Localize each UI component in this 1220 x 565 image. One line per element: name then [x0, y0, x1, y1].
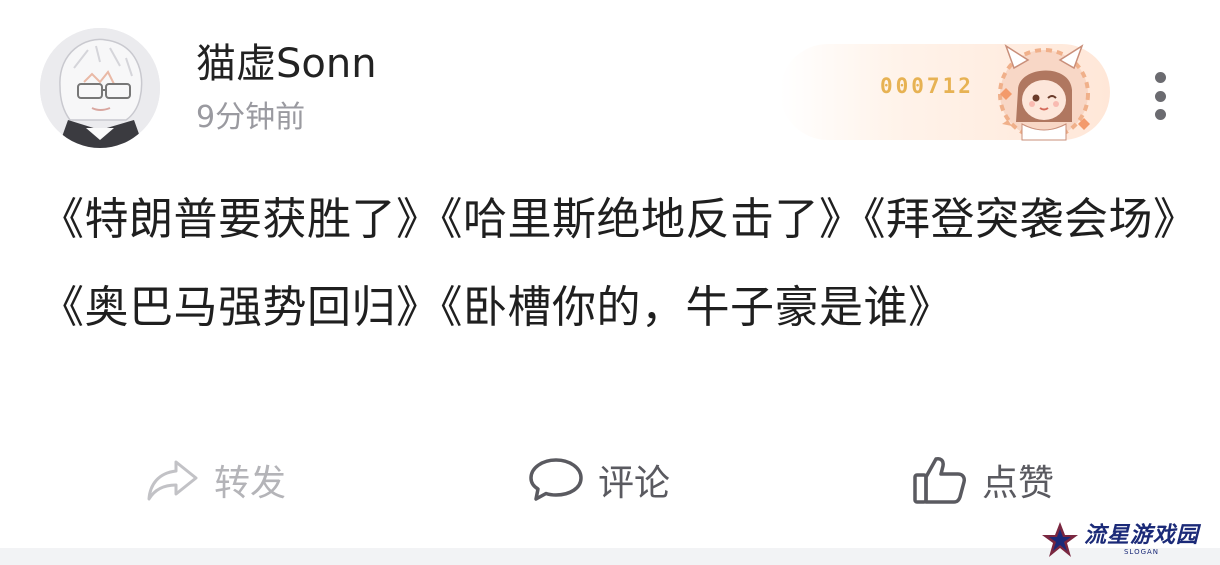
post-content: 《特朗普要获胜了》《哈里斯绝地反击了》《拜登突袭会场》《奥巴马强势回归》《卧槽你…: [40, 194, 1176, 333]
like-button[interactable]: 点赞: [912, 448, 1054, 512]
post-timestamp: 9分钟前: [196, 100, 306, 135]
post-card: 猫虚Sonn 9分钟前 000712 《特朗普要获胜了》《哈里斯绝地反击了》《拜…: [0, 0, 1220, 548]
watermark-slogan: SLOGAN: [1123, 547, 1160, 556]
comment-button[interactable]: 评论: [528, 448, 670, 512]
comment-bubble-icon: [529, 458, 583, 501]
star-logo-icon: [1042, 522, 1078, 557]
fan-badge[interactable]: 000712: [780, 44, 1110, 141]
share-label: 转发: [214, 463, 287, 504]
site-watermark: 流星游戏园 SLOGAN: [1040, 518, 1215, 562]
comment-label: 评论: [598, 463, 671, 504]
anime-avatar-icon: [40, 28, 160, 148]
anime-girl-badge-icon: [998, 44, 1090, 141]
share-button[interactable]: 转发: [146, 448, 286, 512]
section-divider: [0, 548, 1220, 565]
thumbs-up-icon: [913, 457, 966, 504]
fan-badge-number: 000712: [880, 74, 974, 98]
more-options-button[interactable]: [1140, 68, 1180, 124]
author-username[interactable]: 猫虚Sonn: [196, 36, 377, 92]
action-bar: 转发 评论 点赞: [0, 448, 1220, 512]
more-vertical-icon: [1154, 72, 1166, 83]
author-avatar[interactable]: [40, 28, 160, 148]
watermark-title: 流星游戏园: [1084, 522, 1200, 548]
share-arrow-icon: [147, 460, 198, 501]
like-label: 点赞: [982, 463, 1055, 504]
